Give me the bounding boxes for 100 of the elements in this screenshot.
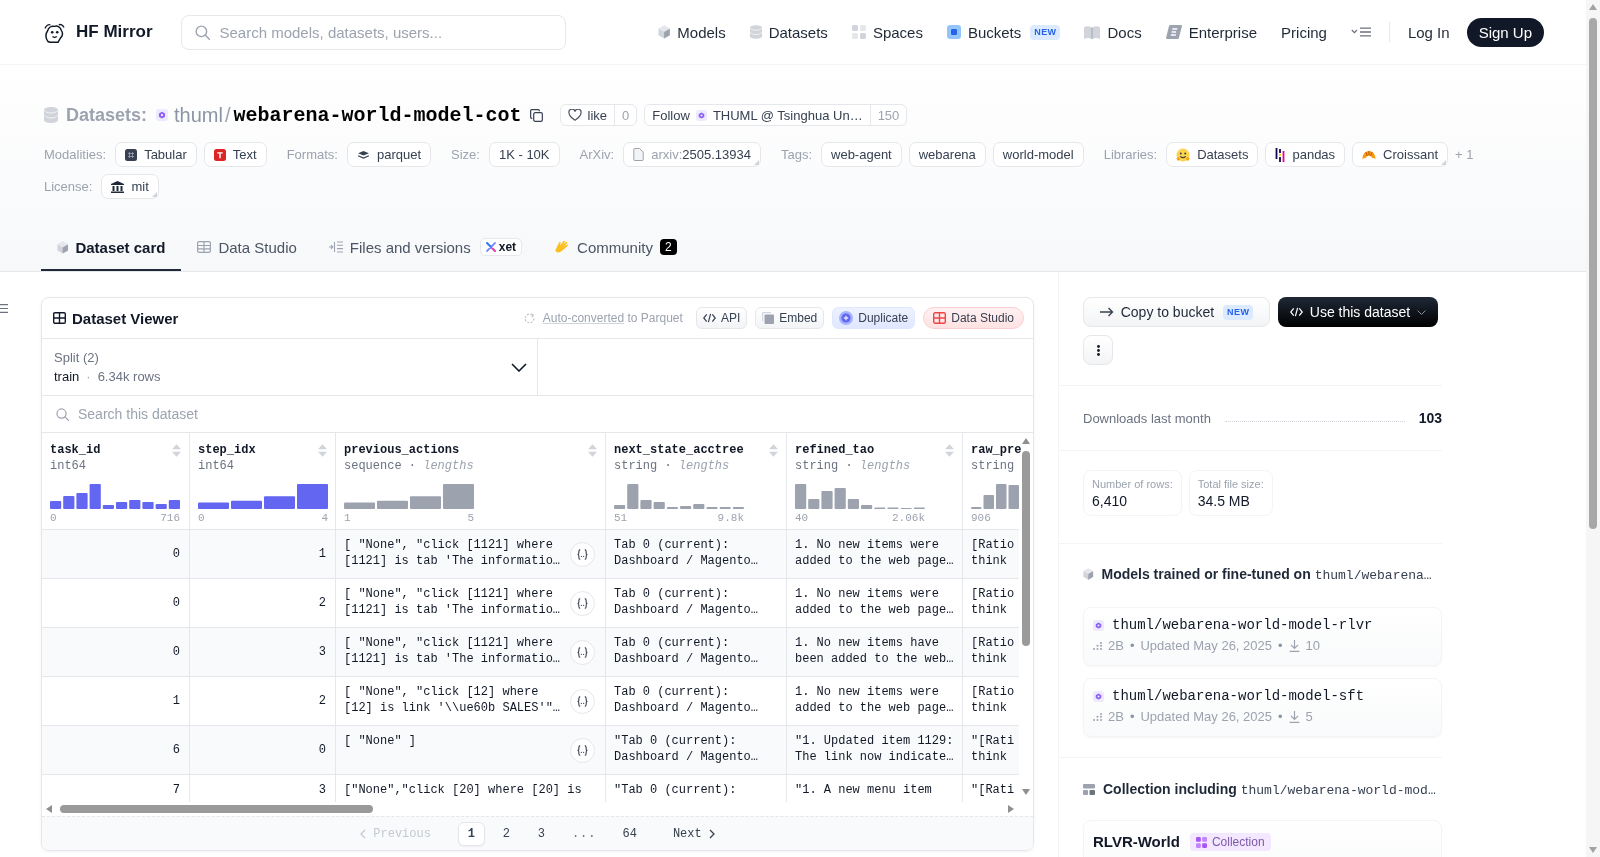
- nav-link[interactable]: Buckets NEW: [946, 23, 1061, 41]
- table-cell: 2: [190, 579, 336, 628]
- hand-icon: [554, 240, 571, 254]
- page-button[interactable]: 3: [527, 822, 555, 846]
- histogram-min-label: 906: [971, 511, 991, 525]
- tag-chip[interactable]: Datasets: [1166, 142, 1259, 167]
- search-icon: [194, 24, 210, 40]
- viewer-button[interactable]: API: [695, 307, 748, 329]
- more-options-button[interactable]: [1083, 335, 1113, 365]
- model-card[interactable]: thuml/webarena-world-model-sft 2B • Updated May 26, 2025 • 5: [1083, 678, 1442, 737]
- tag-chip[interactable]: Text: [203, 142, 267, 167]
- like-count: 0: [614, 105, 637, 125]
- page-button[interactable]: 1: [457, 822, 485, 846]
- table-icon: [197, 241, 212, 253]
- table-tile-icon: [125, 148, 138, 161]
- nav-link[interactable]: Datasets: [749, 23, 828, 41]
- tab[interactable]: Dataset card: [41, 225, 182, 271]
- repo-type-label: Datasets:: [66, 104, 148, 126]
- table-cell: 1. No new items were added to the web page…: [787, 530, 963, 579]
- cell-text: [ "None", "click [12] where [12] is link '\\ue60b SALES'"…: [344, 684, 561, 716]
- tag-chip[interactable]: Croissant: [1352, 142, 1448, 167]
- tab[interactable]: Community 2: [538, 225, 693, 271]
- metadata-label: Formats:: [286, 147, 338, 162]
- signup-button[interactable]: Sign Up: [1466, 17, 1544, 47]
- nav-link[interactable]: Docs: [1084, 23, 1142, 41]
- histogram: [971, 483, 1019, 509]
- expand-button[interactable]: [570, 737, 595, 763]
- viewer-button[interactable]: Embed: [755, 307, 825, 329]
- nav-link[interactable]: Spaces: [851, 23, 923, 41]
- metadata-label: Libraries:: [1103, 147, 1158, 162]
- download-count: 10: [1305, 638, 1321, 653]
- menu-icon[interactable]: [0, 304, 8, 313]
- table-cell: "[Rati think: [963, 726, 1019, 775]
- viewer-button[interactable]: Duplicate: [832, 307, 916, 329]
- search-field[interactable]: Search models, datasets, users...: [180, 14, 566, 50]
- table-cell: 1. No new items have been added to the web…: [787, 628, 963, 677]
- viewer-button[interactable]: Data Studio: [923, 307, 1024, 329]
- use-dataset-button[interactable]: Use this dataset: [1278, 297, 1438, 327]
- follow-button[interactable]: Follow THUML @ Tsinghua Un…: [645, 105, 870, 125]
- column-header[interactable]: step_idx int64 0 4: [190, 433, 336, 530]
- stacked-squares-icon: [762, 312, 775, 324]
- nav-link[interactable]: Enterprise: [1165, 23, 1258, 41]
- tag-chip[interactable]: arxiv:2505.13934: [623, 142, 761, 167]
- page-button[interactable]: 64: [613, 822, 646, 846]
- column-header[interactable]: previous_actions sequence · lengths 1 5: [336, 433, 606, 530]
- cell-text: [ "None", "click [1121] where [1121] is tab 'The informatio…: [344, 537, 561, 569]
- next-button[interactable]: Next: [663, 822, 724, 846]
- brand-link[interactable]: HF Mirror: [44, 21, 153, 43]
- tag-chip[interactable]: pandas: [1265, 142, 1346, 167]
- tag-chip[interactable]: Tabular: [115, 142, 197, 167]
- t-tile-icon: [213, 148, 226, 161]
- more-menu-button[interactable]: [1350, 27, 1371, 37]
- nav-link[interactable]: Models: [658, 23, 726, 41]
- tab[interactable]: Data Studio: [181, 225, 313, 271]
- cell-text: [ "None" ]: [344, 733, 417, 749]
- expand-button[interactable]: [570, 688, 595, 714]
- column-type: string · lengths: [795, 458, 912, 474]
- nav-link[interactable]: Pricing: [1281, 23, 1327, 41]
- expand-button[interactable]: [570, 590, 595, 616]
- smiley-icon: [1176, 147, 1191, 162]
- tag-chip[interactable]: webarena: [908, 142, 986, 167]
- tag-chip[interactable]: mit: [101, 174, 159, 199]
- tag-chip[interactable]: parquet: [346, 142, 431, 167]
- sort-arrows-icon: [318, 443, 327, 457]
- path-separator: /: [224, 103, 231, 127]
- collection-type-label: Collection: [1211, 835, 1265, 849]
- cube-icon: [658, 25, 671, 39]
- model-card[interactable]: thuml/webarena-world-model-rlvr 2B • Updated May 26, 2025 • 10: [1083, 607, 1442, 666]
- column-type: string: [971, 458, 1016, 474]
- copy-button[interactable]: [529, 108, 543, 122]
- collection-card[interactable]: RLVR-World Collection: [1083, 820, 1442, 857]
- book-icon: [1084, 25, 1101, 39]
- tag-chip[interactable]: 1K - 10K: [488, 142, 560, 167]
- dataset-name-link[interactable]: webarena-world-model-cot: [233, 103, 522, 127]
- tab[interactable]: Files and versions xet: [312, 225, 539, 271]
- page-button[interactable]: 2: [492, 822, 520, 846]
- page-scrollbar[interactable]: [1586, 0, 1600, 857]
- column-header[interactable]: refined_tao string · lengths 40 2.06k: [787, 433, 963, 530]
- downloads-value: 103: [1418, 410, 1442, 426]
- expand-button[interactable]: [570, 639, 595, 665]
- column-header[interactable]: task_id int64 0 716: [42, 433, 190, 530]
- split-select[interactable]: Split (2) train · 6.34k rows: [42, 339, 538, 395]
- tag-chip[interactable]: world-model: [992, 142, 1084, 167]
- table-cell: [Ratio think: [963, 530, 1019, 579]
- table-cell: Tab 0 (current): Dashboard / Magento…: [606, 530, 787, 579]
- like-button[interactable]: like: [560, 105, 615, 125]
- column-header[interactable]: next_state_acctree string · lengths 51 9.8k: [606, 433, 787, 530]
- copy-to-bucket-button[interactable]: Copy to bucket NEW: [1083, 297, 1270, 327]
- file-list-icon: [328, 241, 343, 253]
- table-cell: [Ratio think: [963, 628, 1019, 677]
- table-cell: 6: [42, 726, 190, 775]
- new-badge: NEW: [1030, 24, 1061, 40]
- download-icon: [1288, 639, 1300, 652]
- chevron-down-icon: [1417, 309, 1427, 315]
- expand-button[interactable]: [570, 541, 595, 567]
- table-cell: 1. No new items were added to the web page…: [787, 579, 963, 628]
- login-link[interactable]: Log In: [1407, 23, 1450, 41]
- table-cell: Tab 0 (current): Dashboard / Magento…: [606, 628, 787, 677]
- column-name: step_idx: [198, 442, 256, 458]
- tag-chip[interactable]: web-agent: [821, 142, 902, 167]
